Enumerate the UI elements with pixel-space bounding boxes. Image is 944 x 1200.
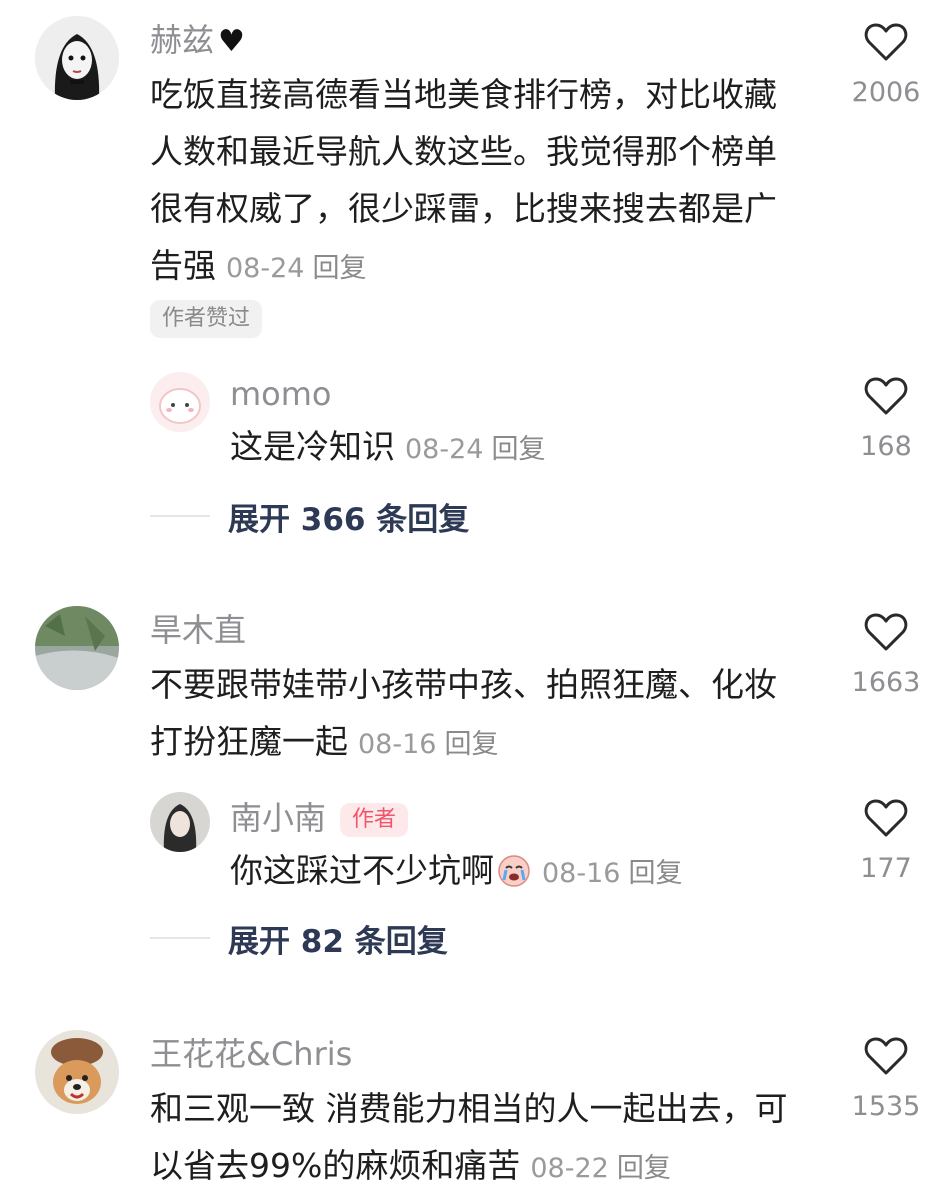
like-button[interactable]: 1663 [846, 612, 926, 698]
divider [150, 515, 210, 517]
reply-text: 你这踩过不少坑啊 08-16 回复 [230, 851, 683, 890]
comment-line: 告强 [150, 246, 216, 285]
comment-text: 吃饭直接高德看当地美食排行榜，对比收藏 人数和最近导航人数这些。我觉得那个榜单 … [150, 66, 777, 297]
heart-outline-icon [864, 799, 908, 837]
username[interactable]: momo [230, 374, 332, 414]
like-button[interactable]: 168 [846, 376, 926, 462]
black-heart-icon: ♥ [218, 24, 245, 59]
comment-line: 人数和最近导航人数这些。我觉得那个榜单 [150, 132, 777, 171]
comment-date: 08-16 [542, 858, 621, 889]
comment-line: 打扮狂魔一起 [150, 722, 348, 761]
like-button[interactable]: 1535 [846, 1036, 926, 1122]
divider [150, 937, 210, 939]
username[interactable]: 赫兹 ♥ [150, 20, 245, 62]
reply-button[interactable]: 回复 [491, 434, 545, 465]
like-count: 168 [860, 431, 912, 462]
expand-replies-button[interactable]: 展开 366 条回复 [150, 496, 469, 538]
reply-button[interactable]: 回复 [312, 253, 366, 284]
reply-button[interactable]: 回复 [617, 1153, 671, 1184]
author-liked-badge: 作者赞过 [150, 300, 263, 338]
like-count: 1535 [851, 1091, 921, 1122]
comment-date: 08-24 [226, 253, 305, 284]
crying-face-icon [498, 855, 530, 887]
like-count: 177 [860, 853, 912, 884]
comment-line: 吃饭直接高德看当地美食排行榜，对比收藏 [150, 75, 777, 114]
like-button[interactable]: 2006 [846, 22, 926, 108]
username[interactable]: 旱木直 [150, 610, 246, 650]
like-count: 2006 [851, 77, 921, 108]
comment-text: 和三观一致 消费能力相当的人一起出去，可 以省去99%的麻烦和痛苦 08-22 回复 [150, 1080, 788, 1197]
author-tag: 作者 [340, 803, 409, 837]
comment-date: 08-16 [358, 729, 437, 760]
comment-date: 08-22 [530, 1153, 609, 1184]
heart-outline-icon [864, 377, 908, 415]
comment-line: 和三观一致 消费能力相当的人一起出去，可 [150, 1089, 788, 1128]
comment-line: 不要跟带娃带小孩带中孩、拍照狂魔、化妆 [150, 665, 777, 704]
avatar[interactable] [35, 1030, 119, 1114]
like-count: 1663 [851, 667, 921, 698]
heart-outline-icon [864, 23, 908, 61]
reply-button[interactable]: 回复 [444, 729, 498, 760]
comment-text: 不要跟带娃带小孩带中孩、拍照狂魔、化妆 打扮狂魔一起 08-16 回复 [150, 656, 777, 773]
like-button[interactable]: 177 [846, 798, 926, 884]
comment-date: 08-24 [405, 434, 484, 465]
comment-line: 以省去99%的麻烦和痛苦 [150, 1146, 521, 1185]
reply-text: 这是冷知识 08-24 回复 [230, 427, 546, 466]
heart-outline-icon [864, 613, 908, 651]
heart-outline-icon [864, 1037, 908, 1075]
avatar[interactable] [35, 16, 119, 100]
reply-button[interactable]: 回复 [628, 858, 682, 889]
avatar[interactable] [35, 606, 119, 690]
username[interactable]: 王花花&Chris [150, 1034, 352, 1074]
avatar[interactable] [150, 372, 210, 432]
comment-line: 很有权威了，很少踩雷，比搜来搜去都是广 [150, 189, 777, 228]
avatar[interactable] [150, 792, 210, 852]
username[interactable]: 南小南 作者 [230, 798, 409, 838]
expand-replies-button[interactable]: 展开 82 条回复 [150, 918, 448, 960]
